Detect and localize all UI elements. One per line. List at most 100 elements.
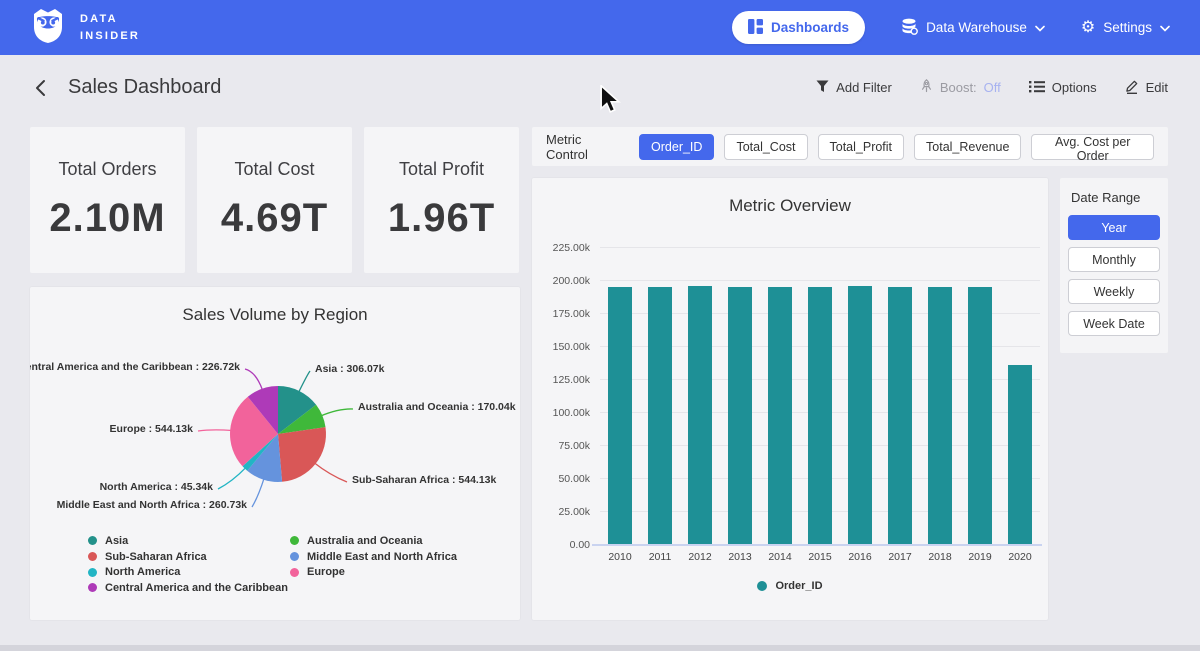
bar-2014[interactable]	[768, 287, 792, 545]
bar-2010[interactable]	[608, 287, 632, 545]
edit-button[interactable]: Edit	[1125, 79, 1168, 97]
boost-toggle[interactable]: Boost: Off	[920, 79, 1001, 96]
legend-item-australia-and-oceania[interactable]: Australia and Oceania	[290, 533, 457, 549]
filter-funnel-icon	[816, 80, 829, 96]
bar-2012[interactable]	[688, 286, 712, 545]
bar-2011[interactable]	[648, 287, 672, 545]
x-axis-tick: 2015	[800, 551, 840, 563]
x-axis-tick: 2017	[880, 551, 920, 563]
legend-dot	[290, 568, 299, 577]
y-axis-tick: 50.00k	[558, 473, 590, 485]
legend-item-sub-saharan-africa[interactable]: Sub-Saharan Africa	[88, 549, 290, 565]
date-range-weekly[interactable]: Weekly	[1068, 279, 1160, 304]
pie-slice-label: Central America and the Caribbean : 226.…	[30, 361, 240, 373]
data-warehouse-menu[interactable]: Data Warehouse	[901, 18, 1045, 38]
add-filter-button[interactable]: Add Filter	[816, 80, 892, 96]
metric-option-total-profit[interactable]: Total_Profit	[818, 134, 905, 160]
rocket-icon	[920, 79, 933, 96]
pie-slice-label: Sub-Saharan Africa : 544.13k	[352, 474, 496, 486]
kpi-label: Total Profit	[399, 159, 484, 180]
legend-item-north-america[interactable]: North America	[88, 564, 290, 580]
brand-logo[interactable]: DATA INSIDER	[28, 5, 140, 50]
legend-label: Sub-Saharan Africa	[105, 551, 207, 563]
dashboards-button[interactable]: Dashboards	[732, 11, 865, 44]
legend-label: North America	[105, 566, 180, 578]
legend-item-asia[interactable]: Asia	[88, 533, 290, 549]
owl-logo-icon	[28, 5, 68, 50]
metric-option-avg-cost-per-order[interactable]: Avg. Cost per Order	[1031, 134, 1154, 160]
settings-menu[interactable]: ⚙ Settings	[1081, 20, 1170, 36]
kpi-label: Total Cost	[234, 159, 314, 180]
page-title: Sales Dashboard	[68, 76, 221, 99]
options-button[interactable]: Options	[1029, 80, 1097, 96]
date-range-year[interactable]: Year	[1068, 215, 1160, 240]
legend-dot	[88, 568, 97, 577]
legend-label: Europe	[307, 566, 345, 578]
pie-legend: Asia Sub-Saharan Africa North America Centr…	[88, 533, 457, 596]
pie-leader-line	[198, 430, 232, 431]
pie-leader-line	[298, 371, 310, 393]
metric-option-total-cost[interactable]: Total_Cost	[724, 134, 807, 160]
x-axis-tick: 2018	[920, 551, 960, 563]
bar-2018[interactable]	[928, 287, 952, 545]
legend-dot	[290, 552, 299, 561]
bar-chart-title: Metric Overview	[532, 196, 1048, 216]
bar-2020[interactable]	[1008, 365, 1032, 545]
bar-2019[interactable]	[968, 287, 992, 545]
metric-control-bar: Metric Control Order_IDTotal_CostTotal_P…	[532, 127, 1168, 166]
pie-slice-label: North America : 45.34k	[100, 481, 214, 493]
metric-option-total-revenue[interactable]: Total_Revenue	[914, 134, 1021, 160]
chevron-down-icon	[1160, 20, 1170, 35]
header-actions: Add Filter Boost: Off	[816, 79, 1168, 97]
y-axis-tick: 100.00k	[553, 407, 590, 419]
bar-chart-legend[interactable]: Order_ID	[532, 580, 1048, 592]
date-range-monthly[interactable]: Monthly	[1068, 247, 1160, 272]
pie-leader-line	[314, 463, 347, 482]
nav-menu: Dashboards Data Warehouse ⚙	[732, 11, 1170, 44]
y-axis-tick: 0.00	[570, 539, 590, 551]
legend-dot	[88, 552, 97, 561]
gear-icon: ⚙	[1081, 20, 1095, 36]
bar-chart-yticks: 0.0025.00k50.00k75.00k100.00k125.00k150.…	[532, 248, 590, 545]
y-axis-tick: 75.00k	[558, 440, 590, 452]
legend-dot	[88, 536, 97, 545]
x-axis-tick: 2012	[680, 551, 720, 563]
legend-label: Middle East and North Africa	[307, 551, 457, 563]
date-range-week-date[interactable]: Week Date	[1068, 311, 1160, 336]
legend-dot	[757, 581, 767, 591]
x-axis-tick: 2011	[640, 551, 680, 563]
legend-label: Asia	[105, 535, 128, 547]
bar-2013[interactable]	[728, 287, 752, 545]
legend-item-central-america-and-the-caribbean[interactable]: Central America and the Caribbean	[88, 580, 290, 596]
metric-option-order-id[interactable]: Order_ID	[639, 134, 714, 160]
window-bottom-edge	[0, 645, 1200, 651]
legend-label: Central America and the Caribbean	[105, 582, 288, 594]
legend-item-middle-east-and-north-africa[interactable]: Middle East and North Africa	[290, 549, 457, 565]
bar-2016[interactable]	[848, 286, 872, 545]
x-axis-tick: 2010	[600, 551, 640, 563]
metric-overview-panel: Metric Overview 0.0025.00k50.00k75.00k10…	[532, 178, 1048, 620]
sales-dashboard-app: DATA INSIDER Dashboards	[0, 0, 1200, 651]
kpi-total-profit: Total Profit 1.96T	[364, 127, 519, 273]
right-column: Metric Control Order_IDTotal_CostTotal_P…	[532, 127, 1168, 620]
legend-dot	[290, 536, 299, 545]
bar-2017[interactable]	[888, 287, 912, 545]
kpi-total-orders: Total Orders 2.10M	[30, 127, 185, 273]
kpi-value: 1.96T	[388, 196, 495, 241]
pie-chart[interactable]: Asia : 306.07kAustralia and Oceania : 17…	[30, 287, 520, 527]
dashboard-body: Total Orders 2.10M Total Cost 4.69T Tota…	[0, 120, 1200, 620]
date-range-label: Date Range	[1071, 190, 1160, 205]
chart-and-daterange: Metric Overview 0.0025.00k50.00k75.00k10…	[532, 178, 1168, 620]
x-axis-tick: 2019	[960, 551, 1000, 563]
back-button[interactable]	[30, 75, 50, 101]
y-axis-tick: 175.00k	[553, 308, 590, 320]
legend-item-europe[interactable]: Europe	[290, 564, 457, 580]
y-axis-tick: 150.00k	[553, 341, 590, 353]
page-header: Sales Dashboard Add Filter Boost: Off	[0, 55, 1200, 120]
brand-name: DATA INSIDER	[80, 11, 140, 44]
bar-2015[interactable]	[808, 287, 832, 545]
dashboards-grid-icon	[748, 19, 763, 37]
legend-label: Australia and Oceania	[307, 535, 423, 547]
pie-slice-sub-saharan-africa[interactable]	[278, 427, 326, 482]
pie-slice-label: Middle East and North Africa : 260.73k	[57, 499, 248, 511]
